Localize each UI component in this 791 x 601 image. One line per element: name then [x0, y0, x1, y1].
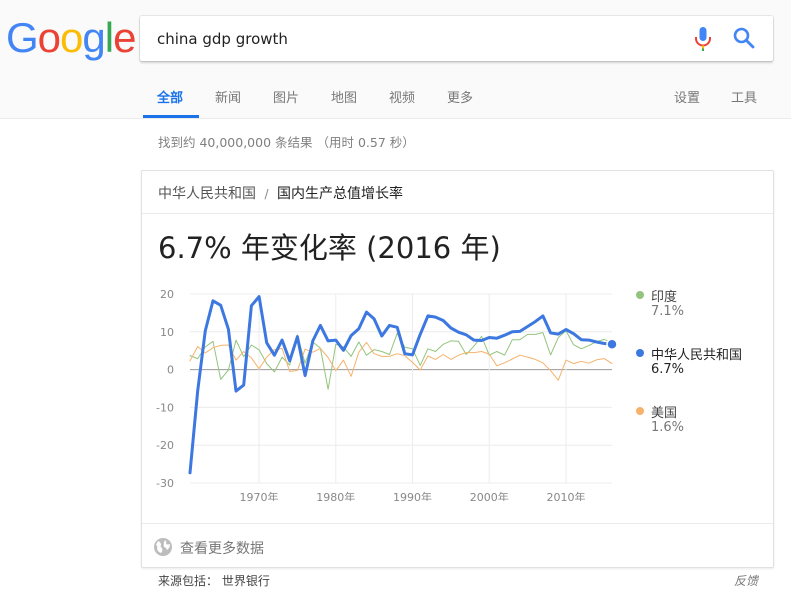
breadcrumb-metric: 国内生产总值增长率 — [276, 186, 403, 202]
y-tick-label: -10 — [156, 401, 174, 414]
legend-dot — [636, 291, 644, 299]
tab-settings[interactable]: 设置 — [674, 87, 700, 106]
search-icon[interactable] — [732, 26, 756, 50]
x-tick-label: 1970年 — [240, 490, 279, 501]
breadcrumb-country-link[interactable]: 中华人民共和国 — [158, 186, 256, 202]
y-tick-label: -20 — [156, 439, 174, 452]
x-tick-label: 1990年 — [393, 490, 432, 501]
search-tabs: 全部 新闻 图片 地图 视频 更多 设置 工具 — [0, 78, 791, 119]
result-stats: 找到约 40,000,000 条结果 （用时 0.57 秒） — [158, 135, 415, 150]
tab-more[interactable]: 更多 — [447, 87, 473, 106]
google-logo[interactable]: Google — [6, 17, 136, 59]
x-tick-label: 2000年 — [470, 490, 509, 501]
header-bar: Google 全部 新闻 图片 地图 视频 更多 设置 工具 — [0, 0, 791, 119]
tab-news[interactable]: 新闻 — [215, 87, 241, 106]
gdp-growth-chart[interactable]: 20 10 0 -10 -20 -30 1970年 1980年 1990年 2000年 2010年 — [142, 279, 622, 501]
legend-series-value: 1.6% — [651, 420, 685, 435]
series-endpoint-marker — [606, 338, 618, 351]
x-tick-label: 2010年 — [546, 490, 585, 501]
card-footer: 查看更多数据 — [142, 523, 773, 568]
legend-series-name: 中华人民共和国 — [651, 348, 743, 363]
tab-images[interactable]: 图片 — [273, 87, 299, 106]
active-tab-indicator — [143, 115, 199, 118]
search-input[interactable] — [157, 16, 657, 61]
feedback-link[interactable]: 反馈 — [734, 572, 758, 589]
card-breadcrumb: 中华人民共和国 / 国内生产总值增长率 — [142, 171, 773, 214]
tab-all[interactable]: 全部 — [157, 87, 183, 106]
microphone-icon[interactable] — [691, 26, 715, 52]
search-box[interactable] — [140, 16, 773, 61]
series-line-china — [188, 295, 614, 475]
legend-series-name: 印度 — [651, 290, 678, 305]
legend-series-value: 6.7% — [651, 362, 685, 377]
y-tick-label: 20 — [160, 288, 174, 301]
y-tick-label: 10 — [160, 326, 174, 339]
globe-icon — [154, 538, 172, 556]
legend-series-name: 美国 — [651, 406, 678, 421]
tab-videos[interactable]: 视频 — [389, 87, 415, 106]
tab-tools[interactable]: 工具 — [731, 87, 757, 106]
more-data-link[interactable]: 查看更多数据 — [180, 538, 264, 558]
sources-text: 来源包括： 世界银行 — [158, 574, 270, 588]
breadcrumb-separator: / — [264, 187, 269, 201]
gdp-knowledge-card: 中华人民共和国 / 国内生产总值增长率 6.7% 年变化率 (2016 年) 2… — [141, 170, 774, 568]
legend-dot — [636, 407, 644, 415]
tab-maps[interactable]: 地图 — [331, 87, 357, 106]
headline-value: 6.7% 年变化率 (2016 年) — [158, 231, 501, 265]
legend-series-value: 7.1% — [651, 304, 685, 319]
y-tick-label: 0 — [167, 364, 174, 377]
y-tick-label: -30 — [156, 477, 174, 490]
legend-dot — [636, 349, 644, 357]
x-tick-label: 1980年 — [316, 490, 355, 501]
